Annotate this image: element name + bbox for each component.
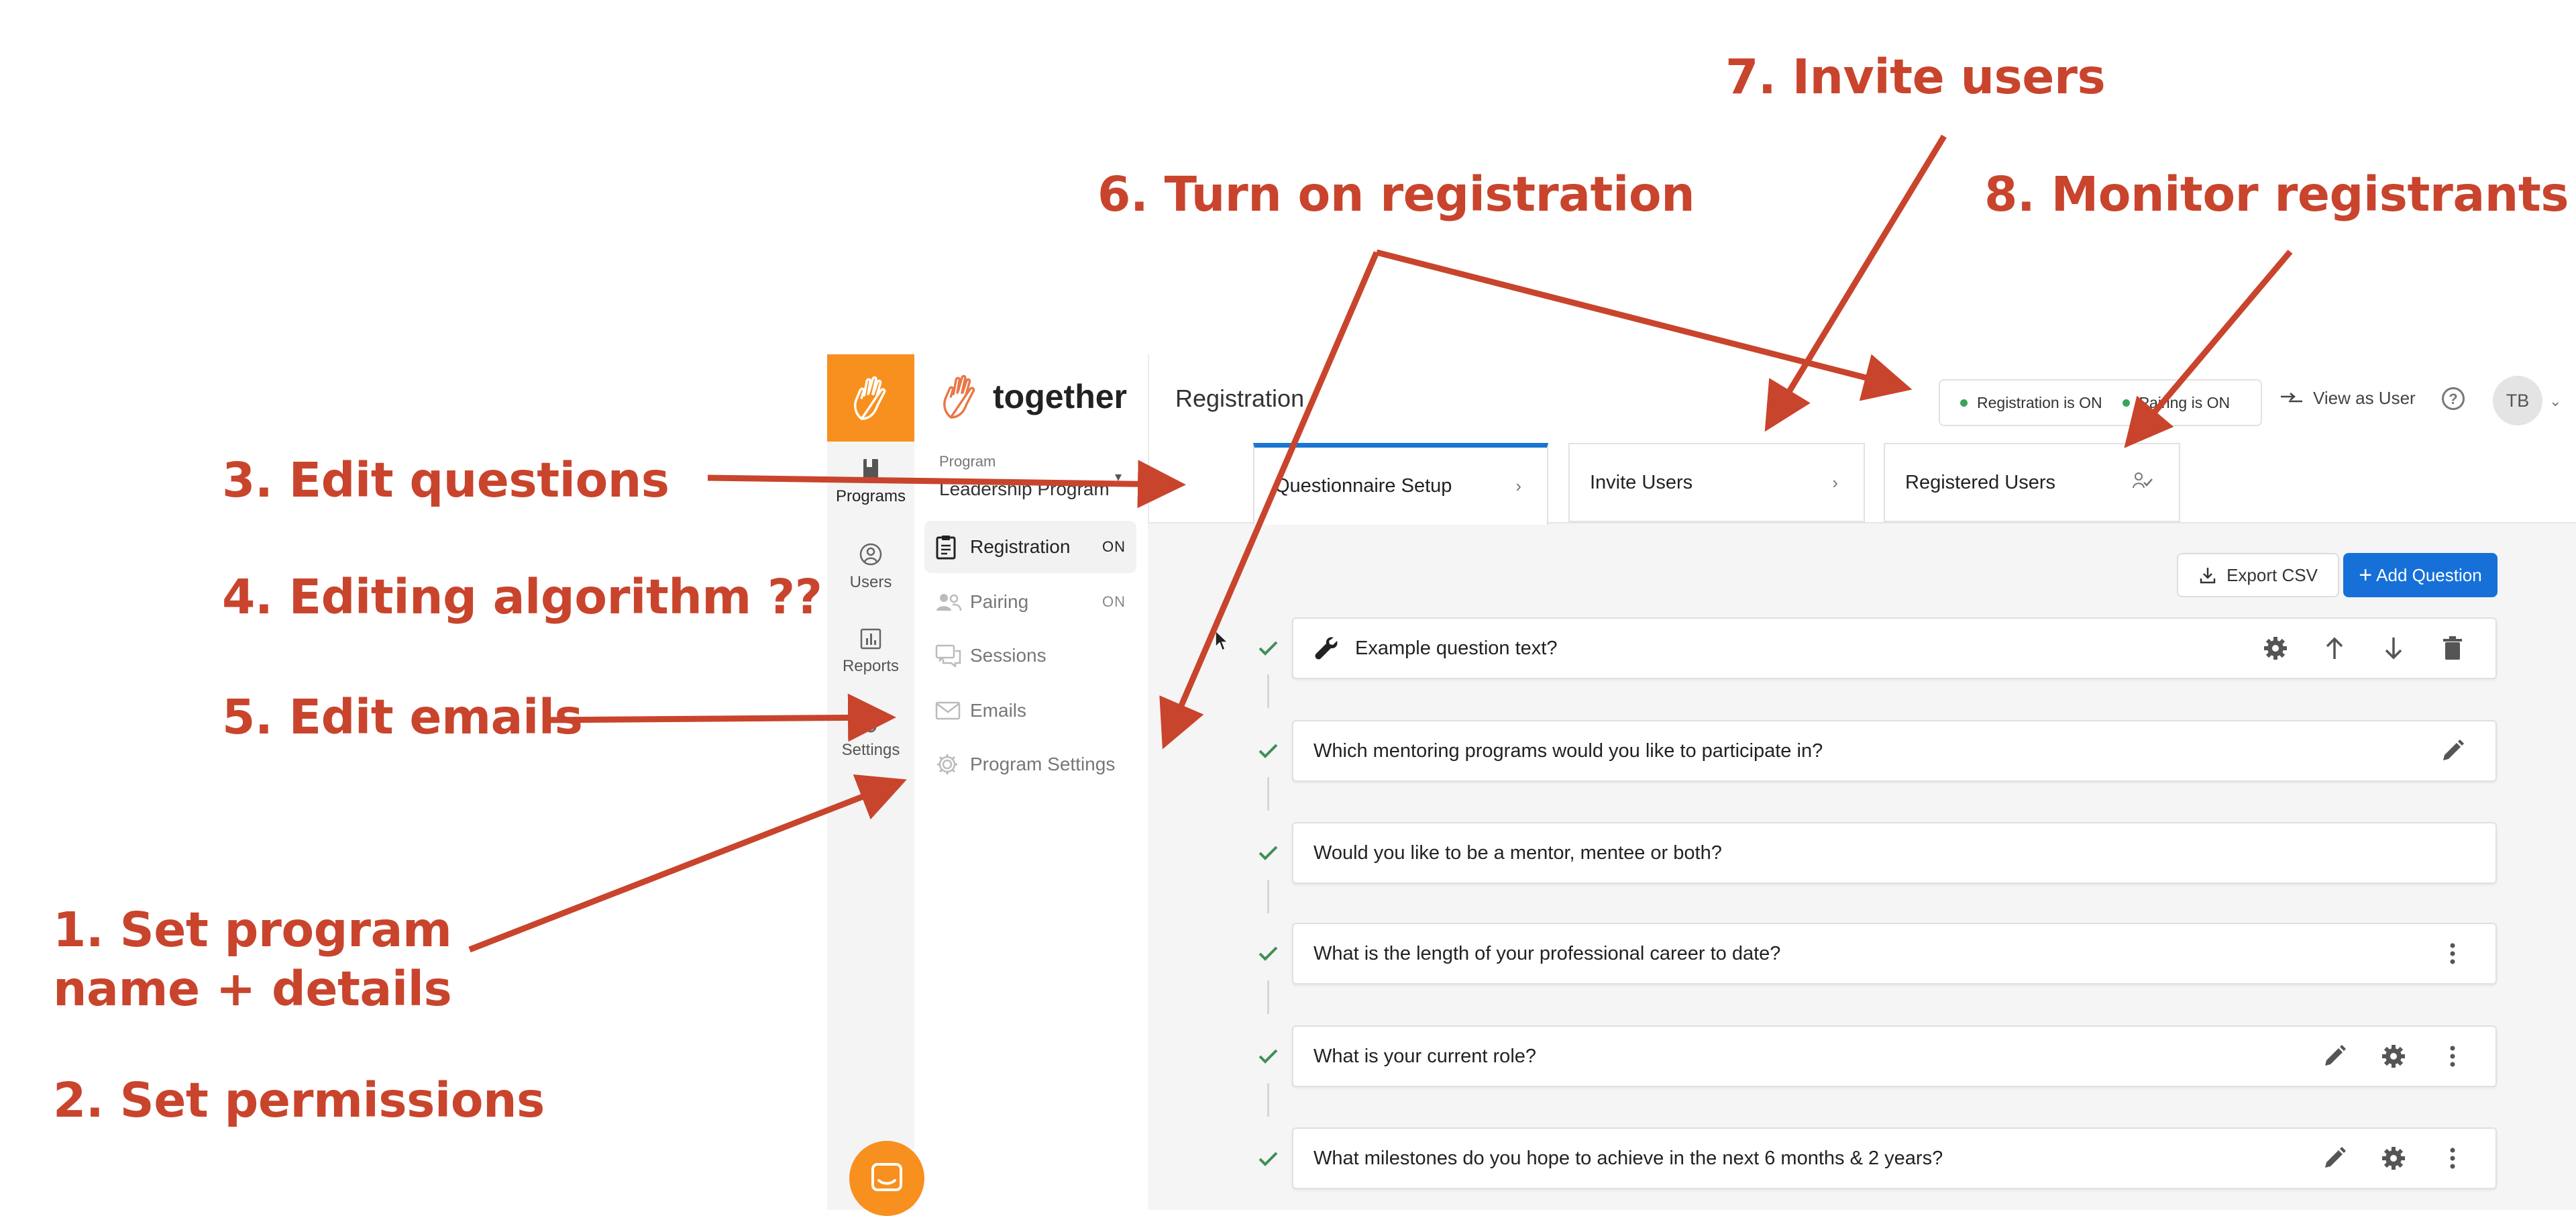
arrow-5 <box>544 693 896 742</box>
arrow-3 <box>707 460 1186 509</box>
arrow-8 <box>2124 250 2293 448</box>
arrow-6a <box>1375 249 1913 401</box>
annotation-arrows <box>468 134 2293 953</box>
arrow-1 <box>468 774 907 953</box>
arrow-6b <box>1159 251 1380 750</box>
